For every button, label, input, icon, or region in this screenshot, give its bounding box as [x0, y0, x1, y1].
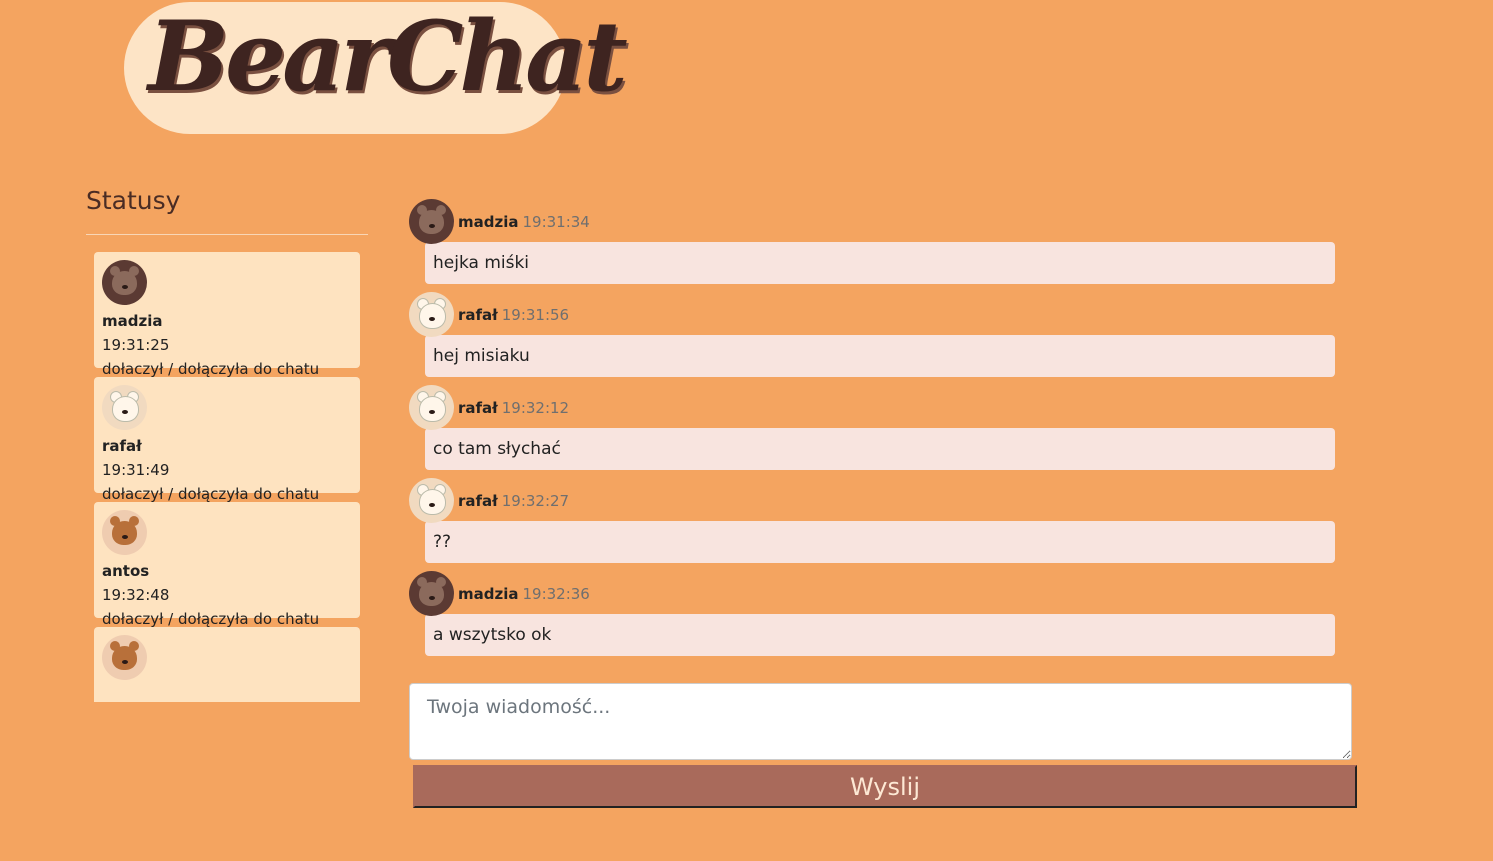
- status-text: dołaczył / dołączyła do chatu: [102, 610, 320, 628]
- message-author: rafał: [458, 305, 498, 324]
- message-text: hej misiaku: [425, 335, 1335, 377]
- status-text: dołaczył / dołączyła do chatu: [102, 360, 320, 378]
- white-bear-avatar: [409, 385, 454, 430]
- message-author: rafał: [458, 398, 498, 417]
- message-author: madzia: [458, 212, 519, 231]
- message-text: ??: [425, 521, 1335, 563]
- message-time: 19:32:12: [501, 398, 570, 417]
- message-time: 19:32:27: [501, 491, 570, 510]
- status-name: rafał: [102, 437, 142, 455]
- chat-messages: madzia 19:31:34 hejka miśki rafał 19:31:…: [409, 199, 1335, 664]
- brown-bear-avatar: [409, 571, 454, 616]
- status-text: dołaczył / dołączyła do chatu: [102, 485, 320, 503]
- status-card: antos 19:32:48 dołaczył / dołączyła do c…: [94, 502, 360, 628]
- message-time: 19:31:34: [522, 212, 590, 231]
- message-text: co tam słychać: [425, 428, 1335, 470]
- message-input[interactable]: [409, 683, 1352, 760]
- status-card: madzia 19:31:25 dołaczył / dołączyła do …: [94, 252, 360, 378]
- bearchat-logo: BearChat: [130, 0, 628, 128]
- logo-text: BearChat: [148, 0, 628, 113]
- white-bear-avatar: [409, 292, 454, 337]
- chat-message: rafał 19:32:27 ??: [409, 478, 1335, 563]
- teddy-bear-avatar: [102, 510, 147, 555]
- white-bear-avatar: [102, 385, 147, 430]
- chat-message: rafał 19:32:12 co tam słychać: [409, 385, 1335, 470]
- status-time: 19:32:48: [102, 586, 170, 604]
- chat-message: madzia 19:32:36 a wszytsko ok: [409, 571, 1335, 656]
- teddy-bear-avatar: [102, 635, 147, 680]
- status-name: antos: [102, 562, 150, 580]
- message-text: a wszytsko ok: [425, 614, 1335, 656]
- sidebar-divider: [86, 234, 368, 235]
- brown-bear-avatar: [409, 199, 454, 244]
- status-card-partial: [94, 627, 360, 702]
- send-button[interactable]: Wyslij: [413, 765, 1357, 808]
- message-author: madzia: [458, 584, 519, 603]
- status-time: 19:31:25: [102, 336, 170, 354]
- message-time: 19:31:56: [501, 305, 570, 324]
- chat-message: madzia 19:31:34 hejka miśki: [409, 199, 1335, 284]
- status-card: rafał 19:31:49 dołaczył / dołączyła do c…: [94, 377, 360, 503]
- chat-message: rafał 19:31:56 hej misiaku: [409, 292, 1335, 377]
- status-name: madzia: [102, 312, 163, 330]
- message-text: hejka miśki: [425, 242, 1335, 284]
- message-time: 19:32:36: [522, 584, 590, 603]
- sidebar-title: Statusy: [86, 186, 181, 215]
- brown-bear-avatar: [102, 260, 147, 305]
- status-time: 19:31:49: [102, 461, 170, 479]
- status-list[interactable]: madzia 19:31:25 dołaczył / dołączyła do …: [94, 252, 360, 702]
- message-author: rafał: [458, 491, 498, 510]
- white-bear-avatar: [409, 478, 454, 523]
